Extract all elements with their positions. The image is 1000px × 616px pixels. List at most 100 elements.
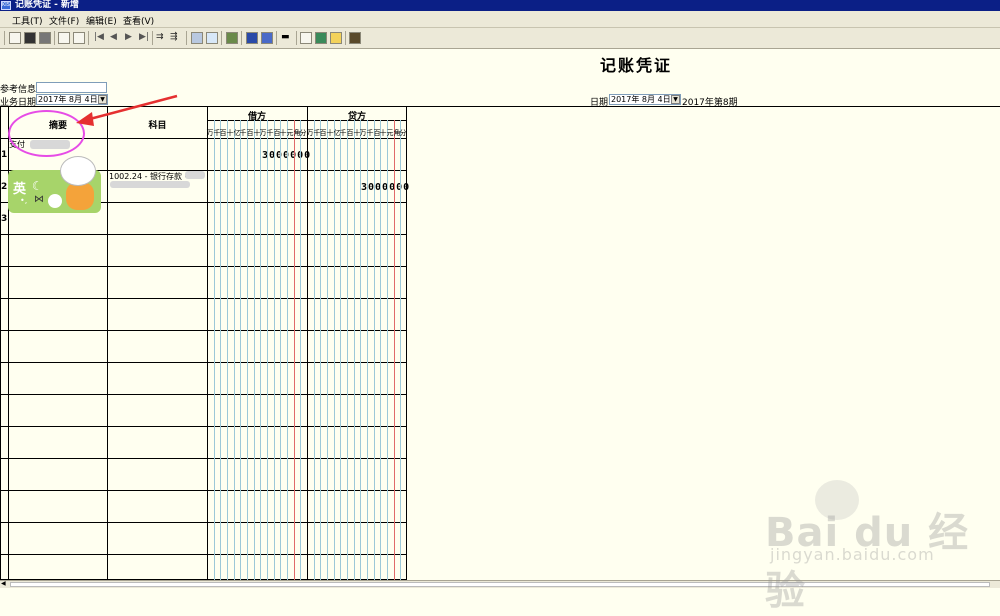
unit-column-line xyxy=(260,120,261,580)
toolbar-separator xyxy=(4,31,5,45)
grid-column-border xyxy=(207,106,208,580)
toolbar-separator xyxy=(88,31,89,45)
save-icon[interactable] xyxy=(24,32,36,44)
grid-row-line xyxy=(0,330,407,331)
redacted-area xyxy=(110,181,190,188)
last-icon[interactable]: ▶| xyxy=(139,32,149,42)
unit-column-line xyxy=(314,120,315,580)
annotation-arrow xyxy=(76,94,178,126)
toolbar-separator xyxy=(241,31,242,45)
date-value: 2017年 8月 4日 xyxy=(611,95,671,104)
unit-label: 分 xyxy=(399,129,407,137)
unit-column-line xyxy=(300,120,301,580)
delete-row-icon[interactable]: ⇶ xyxy=(170,32,178,42)
punctuation-icon: •, xyxy=(20,196,28,205)
grid-row-line xyxy=(0,490,407,491)
next-icon[interactable]: ▶ xyxy=(125,32,132,42)
toolbar-separator xyxy=(186,31,187,45)
ref-info-label: 参考信息: xyxy=(0,85,40,95)
grid-row-line xyxy=(0,458,407,459)
grid-row-line xyxy=(0,362,407,363)
redacted-area xyxy=(185,171,205,179)
new-icon[interactable] xyxy=(9,32,21,44)
grid-row-line xyxy=(0,426,407,427)
first-icon[interactable]: |◀ xyxy=(94,32,104,42)
mail-icon[interactable] xyxy=(330,32,342,44)
title-bar: KIS 记账凭证 - 新增 xyxy=(0,0,1000,11)
ime-language-label: 英 xyxy=(13,182,27,197)
balance-icon[interactable] xyxy=(206,32,218,44)
mascot-small-icon xyxy=(48,194,62,208)
menu-bar: 工具(T) 文件(F) 编辑(E) 查看(V) xyxy=(0,11,1000,28)
unit-column-line xyxy=(214,120,215,580)
insert-row-icon[interactable]: ⇉ xyxy=(156,32,164,42)
unit-column-line xyxy=(327,120,328,580)
save-as-icon[interactable] xyxy=(39,32,51,44)
chevron-down-icon[interactable]: ▼ xyxy=(671,95,680,104)
menu-file[interactable]: 文件(F) xyxy=(49,14,79,27)
menu-tools[interactable]: 工具(T) xyxy=(12,14,43,27)
copy-icon[interactable] xyxy=(300,32,312,44)
watermark-url: jingyan.baidu.com xyxy=(770,545,935,564)
unit-column-line xyxy=(387,120,388,580)
row-number: 2 xyxy=(1,182,8,192)
credit-amount[interactable]: 3000000 xyxy=(361,182,410,193)
unit-column-line xyxy=(254,120,255,580)
app-icon: KIS xyxy=(1,1,11,10)
print-icon[interactable] xyxy=(73,32,85,44)
toolbar-separator xyxy=(54,31,55,45)
prev-icon[interactable]: ◀ xyxy=(110,32,117,42)
grid-header-divider xyxy=(207,120,407,121)
audit-icon[interactable] xyxy=(226,32,238,44)
grid-row-line xyxy=(0,554,407,555)
unit-column-line xyxy=(374,120,375,580)
unit-column-line xyxy=(274,120,275,580)
unit-column-line xyxy=(380,120,381,580)
toolbar-separator xyxy=(152,31,153,45)
grid-row-line xyxy=(0,234,407,235)
grid-column-border xyxy=(307,106,308,580)
card-icon[interactable] xyxy=(261,32,273,44)
ime-sticker: 英 ☾ •, ⋈ xyxy=(8,156,101,213)
preview-icon[interactable] xyxy=(58,32,70,44)
toolbar-separator xyxy=(276,31,277,45)
grid-row-line xyxy=(0,298,407,299)
flag-icon[interactable] xyxy=(246,32,258,44)
unit-column-line xyxy=(287,120,288,580)
unit-column-line xyxy=(220,120,221,580)
unit-column-line xyxy=(247,120,248,580)
unit-column-line xyxy=(347,120,348,580)
grid-column-border xyxy=(107,106,108,580)
unit-column-line xyxy=(280,120,281,580)
menu-edit[interactable]: 编辑(E) xyxy=(86,14,117,27)
menu-view[interactable]: 查看(V) xyxy=(123,14,154,27)
row-number: 3 xyxy=(1,214,8,224)
window-title: 记账凭证 - 新增 xyxy=(15,0,80,10)
attach-icon[interactable] xyxy=(315,32,327,44)
moon-icon: ☾ xyxy=(32,179,43,193)
grid-row-line xyxy=(0,394,407,395)
exit-icon[interactable] xyxy=(349,32,361,44)
unit-column-line xyxy=(240,120,241,580)
unit-column-line xyxy=(354,120,355,580)
mascot-face-icon xyxy=(60,156,96,186)
unit-column-line xyxy=(267,120,268,580)
mascot-body xyxy=(66,182,94,210)
unit-column-line xyxy=(394,120,395,580)
grid-row-line xyxy=(0,522,407,523)
row-number: 1 xyxy=(1,150,8,160)
unit-column-line xyxy=(340,120,341,580)
voucher-title: 记账凭证 xyxy=(599,56,672,75)
grid-column-border xyxy=(0,106,1,580)
baidu-watermark: Bai du 经验 jingyan.baidu.com xyxy=(740,480,970,614)
scroll-left-icon[interactable]: ◀ xyxy=(1,580,6,587)
unit-column-line xyxy=(360,120,361,580)
calc-icon[interactable] xyxy=(191,32,203,44)
unit-column-line xyxy=(334,120,335,580)
toolbar-separator xyxy=(296,31,297,45)
cash-flow-icon[interactable]: ▬ xyxy=(281,32,290,42)
butterfly-icon: ⋈ xyxy=(34,194,44,205)
unit-column-line xyxy=(294,120,295,580)
toolbar: |◀ ◀ ▶ ▶| ⇉ ⇶ ▬ xyxy=(0,28,1000,49)
unit-column-line xyxy=(227,120,228,580)
